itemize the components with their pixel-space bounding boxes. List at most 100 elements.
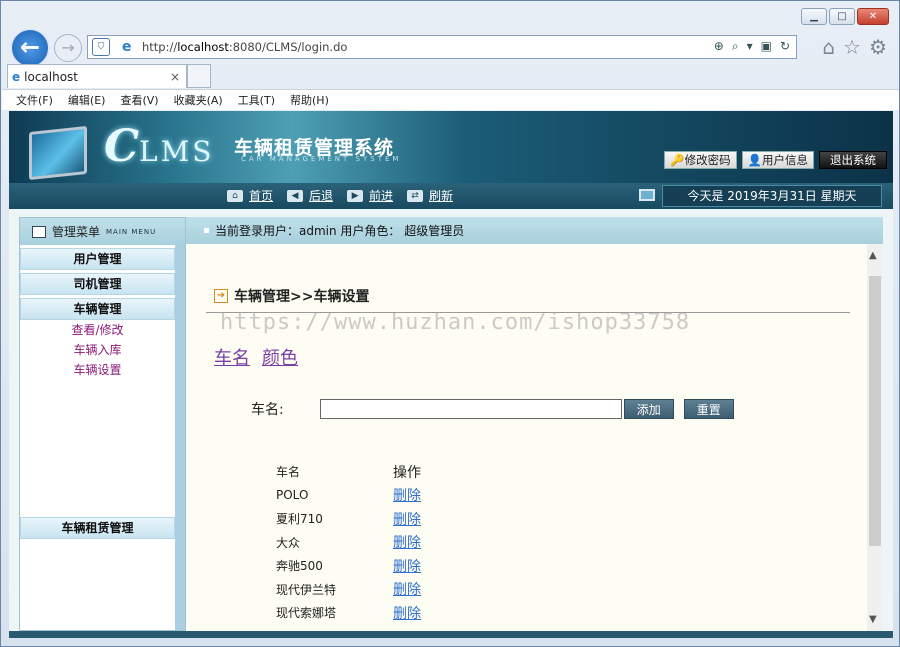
table-row: 夏利710 删除 [276, 507, 421, 531]
forward-icon: ▶ [347, 189, 364, 202]
window-controls: ▁ □ ✕ [801, 8, 889, 25]
system-subtitle: CAR MANAGEMENT SYSTEM [241, 155, 402, 163]
sidebar: 管理菜单 MAIN MENU 用户管理 司机管理 车辆管理 查看/修改 车辆入库… [19, 217, 186, 631]
delete-link[interactable]: 删除 [393, 556, 421, 576]
table-row: 大众 删除 [276, 531, 421, 555]
web-page: CLMS 车辆租赁管理系统 CAR MANAGEMENT SYSTEM 🔑修改密… [9, 111, 893, 638]
add-car-name-form: 车名: 添加 重置 [251, 399, 734, 419]
menu-icon [32, 225, 46, 238]
tab-color[interactable]: 颜色 [262, 344, 298, 370]
settings-gear-icon[interactable]: ⚙ [869, 35, 887, 59]
sidebar-title-en: MAIN MENU [106, 227, 157, 236]
table-row: 现代索娜塔 删除 [276, 601, 421, 625]
menu-view[interactable]: 查看(V) [120, 92, 158, 108]
nav-forward-link[interactable]: 前进 [369, 187, 393, 204]
search-icon[interactable]: ⌕ [732, 39, 739, 54]
monitor-graphic [29, 125, 87, 181]
maximize-icon[interactable]: □ [829, 8, 855, 25]
table-row: POLO 删除 [276, 484, 421, 508]
new-tab-button[interactable] [187, 64, 211, 88]
car-name-input[interactable] [319, 399, 622, 419]
car-name-cell: POLO [276, 488, 309, 503]
sidebar-item-view-edit[interactable]: 查看/修改 [20, 320, 175, 340]
delete-link[interactable]: 删除 [393, 485, 421, 505]
sidebar-divider [175, 245, 185, 630]
menu-help[interactable]: 帮助(H) [290, 92, 329, 108]
back-arrow-icon[interactable]: ← [10, 28, 50, 68]
sidebar-item-vehicle-settings[interactable]: 车辆设置 [20, 360, 175, 380]
header-action: 操作 [393, 464, 421, 481]
sidebar-group-driver[interactable]: 司机管理 [20, 273, 175, 295]
table-header: 车名 操作 [276, 460, 421, 484]
sidebar-group-vehicle[interactable]: 车辆管理 [20, 298, 175, 320]
reset-button[interactable]: 重置 [683, 399, 734, 419]
add-icon[interactable]: ⊕ [714, 39, 724, 54]
tab-car-name[interactable]: 车名 [214, 344, 250, 370]
picture-icon[interactable]: ▣ [761, 39, 772, 54]
ie-page-icon: e [122, 39, 132, 55]
sidebar-header: 管理菜单 MAIN MENU [20, 218, 185, 245]
current-user-bar: 当前登录用户：admin 用户角色： 超级管理员 [186, 217, 883, 244]
table-row: 奔驰500 删除 [276, 554, 421, 578]
main-content: ➜ 车辆管理>>车辆设置 https://www.huzhan.com/isho… [186, 244, 883, 631]
browser-tab[interactable]: e localhost × [7, 64, 187, 88]
nav-home-link[interactable]: 首页 [249, 187, 273, 204]
home-icon: ⌂ [227, 189, 243, 202]
address-actions: ⊕ ⌕ ▾ ▣ ↻ [714, 39, 790, 54]
arrow-box-icon: ➜ [214, 289, 228, 303]
nav-back-link[interactable]: 后退 [309, 187, 333, 204]
menu-tools[interactable]: 工具(T) [238, 92, 275, 108]
menu-file[interactable]: 文件(F) [16, 92, 53, 108]
page-footer-bar [9, 631, 893, 638]
refresh-icon: ⇄ [407, 189, 424, 202]
nav-links: ⌂ 首页 ◀ 后退 ▶ 前进 ⇄ 刷新 [219, 187, 453, 204]
refresh-icon[interactable]: ↻ [780, 39, 790, 54]
minimize-icon[interactable]: ▁ [801, 8, 827, 25]
tab-close-icon[interactable]: × [170, 70, 180, 84]
delete-link[interactable]: 删除 [393, 579, 421, 599]
site-navbar: ⌂ 首页 ◀ 后退 ▶ 前进 ⇄ 刷新 今天是 2019年3月31日 星期天 [9, 183, 893, 209]
forward-arrow-icon[interactable]: → [54, 34, 82, 62]
clms-logo: CLMS [104, 121, 215, 172]
tab-title: localhost [24, 69, 79, 84]
sidebar-group-user[interactable]: 用户管理 [20, 248, 175, 270]
menu-favorites[interactable]: 收藏夹(A) [174, 92, 223, 108]
scroll-down-icon[interactable]: ▼ [869, 614, 877, 625]
change-password-button[interactable]: 🔑修改密码 [664, 151, 737, 169]
watermark-text: https://www.huzhan.com/ishop33758 [220, 310, 691, 335]
nav-refresh-link[interactable]: 刷新 [429, 187, 453, 204]
delete-link[interactable]: 删除 [393, 532, 421, 552]
sidebar-title: 管理菜单 [52, 225, 101, 239]
add-button[interactable]: 添加 [623, 399, 674, 419]
ie-tab-icon: e [12, 69, 21, 84]
browser-toolbar: ⌂ ☆ ⚙ [822, 35, 887, 59]
home-icon[interactable]: ⌂ [822, 35, 835, 59]
sidebar-item-vehicle-in[interactable]: 车辆入库 [20, 340, 175, 360]
favorites-star-icon[interactable]: ☆ [843, 35, 861, 59]
url-text[interactable]: http://localhost:8080/CLMS/login.do [142, 40, 347, 54]
car-name-label: 车名: [251, 402, 284, 418]
page-title-text: 车辆管理>>车辆设置 [234, 289, 370, 305]
user-info-button[interactable]: 👤用户信息 [741, 151, 814, 169]
delete-link[interactable]: 删除 [393, 509, 421, 529]
browser-menubar: 文件(F) 编辑(E) 查看(V) 收藏夹(A) 工具(T) 帮助(H) [2, 89, 899, 110]
header-buttons: 🔑修改密码 👤用户信息 退出系统 [664, 151, 887, 169]
logout-button[interactable]: 退出系统 [819, 151, 887, 169]
car-name-table: 车名 操作 POLO 删除 夏利710 删除 大众 删除 奔驰500 删除 现代… [276, 460, 421, 625]
scroll-thumb[interactable] [869, 276, 881, 546]
car-name-cell: 奔驰500 [276, 559, 323, 574]
close-window-icon[interactable]: ✕ [857, 8, 889, 25]
browser-window: ▁ □ ✕ ← → ⛉ e http://localhost:8080/CLMS… [0, 0, 900, 647]
back-icon: ◀ [287, 189, 304, 202]
content-scrollbar[interactable]: ▲ ▼ [867, 244, 883, 631]
sidebar-group-rental[interactable]: 车辆租赁管理 [20, 517, 175, 539]
delete-link[interactable]: 删除 [393, 603, 421, 623]
menu-edit[interactable]: 编辑(E) [68, 92, 106, 108]
compat-view-icon[interactable]: ⛉ [92, 38, 110, 56]
computer-icon [639, 189, 655, 201]
scroll-up-icon[interactable]: ▲ [869, 250, 877, 261]
car-name-cell: 大众 [276, 535, 301, 550]
car-name-cell: 夏利710 [276, 512, 323, 527]
dropdown-icon[interactable]: ▾ [747, 39, 753, 54]
address-bar[interactable]: ⛉ e http://localhost:8080/CLMS/login.do … [87, 35, 797, 59]
